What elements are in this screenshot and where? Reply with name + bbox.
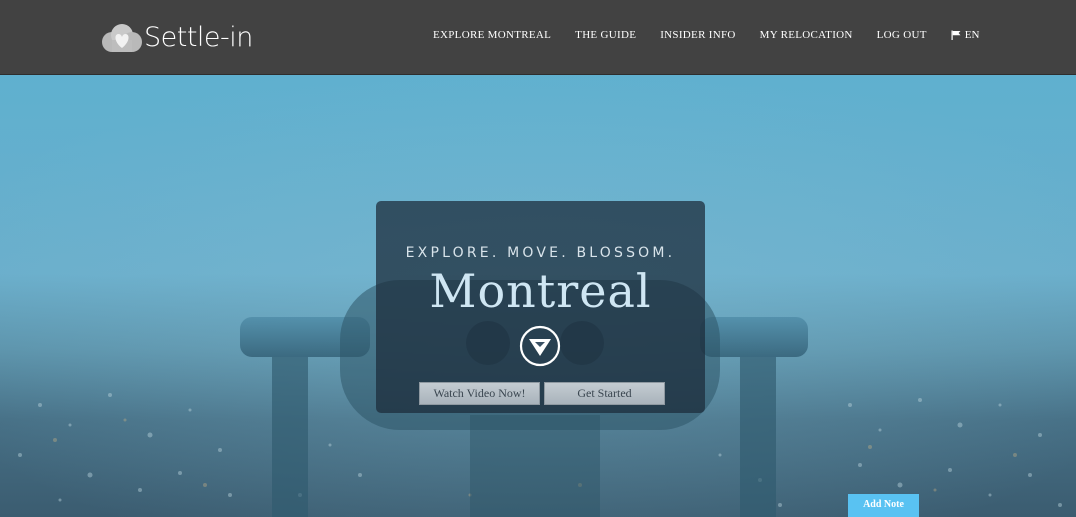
main-nav: EXPLORE MONTREAL THE GUIDE INSIDER INFO … — [433, 27, 979, 43]
site-header: Settle-in EXPLORE MONTREAL THE GUIDE INS… — [0, 0, 1076, 75]
logo-text: Settle-in — [144, 22, 253, 53]
add-note-button[interactable]: Add Note — [848, 494, 919, 517]
nav-the-guide[interactable]: THE GUIDE — [575, 29, 636, 41]
logo[interactable]: Settle-in — [100, 20, 253, 56]
hero-tagline: EXPLORE. MOVE. BLOSSOM. — [405, 245, 676, 261]
get-started-button[interactable]: Get Started — [544, 382, 665, 405]
page: Settle-in EXPLORE MONTREAL THE GUIDE INS… — [0, 0, 1076, 517]
language-selector[interactable]: EN — [951, 29, 980, 41]
nav-log-out[interactable]: LOG OUT — [877, 29, 927, 41]
down-arrow-icon[interactable] — [519, 325, 561, 367]
hero-section: EXPLORE. MOVE. BLOSSOM. Montreal Watch V… — [0, 75, 1076, 517]
language-label: EN — [964, 29, 980, 41]
nav-explore-montreal[interactable]: EXPLORE MONTREAL — [433, 29, 551, 41]
nav-insider-info[interactable]: INSIDER INFO — [660, 29, 735, 41]
watch-video-button[interactable]: Watch Video Now! — [419, 382, 540, 405]
hero-card: EXPLORE. MOVE. BLOSSOM. Montreal Watch V… — [376, 201, 705, 413]
hero-city-title: Montreal — [429, 264, 652, 318]
heart-cloud-icon — [102, 24, 142, 52]
flag-icon — [951, 30, 961, 40]
nav-my-relocation[interactable]: MY RELOCATION — [760, 29, 853, 41]
